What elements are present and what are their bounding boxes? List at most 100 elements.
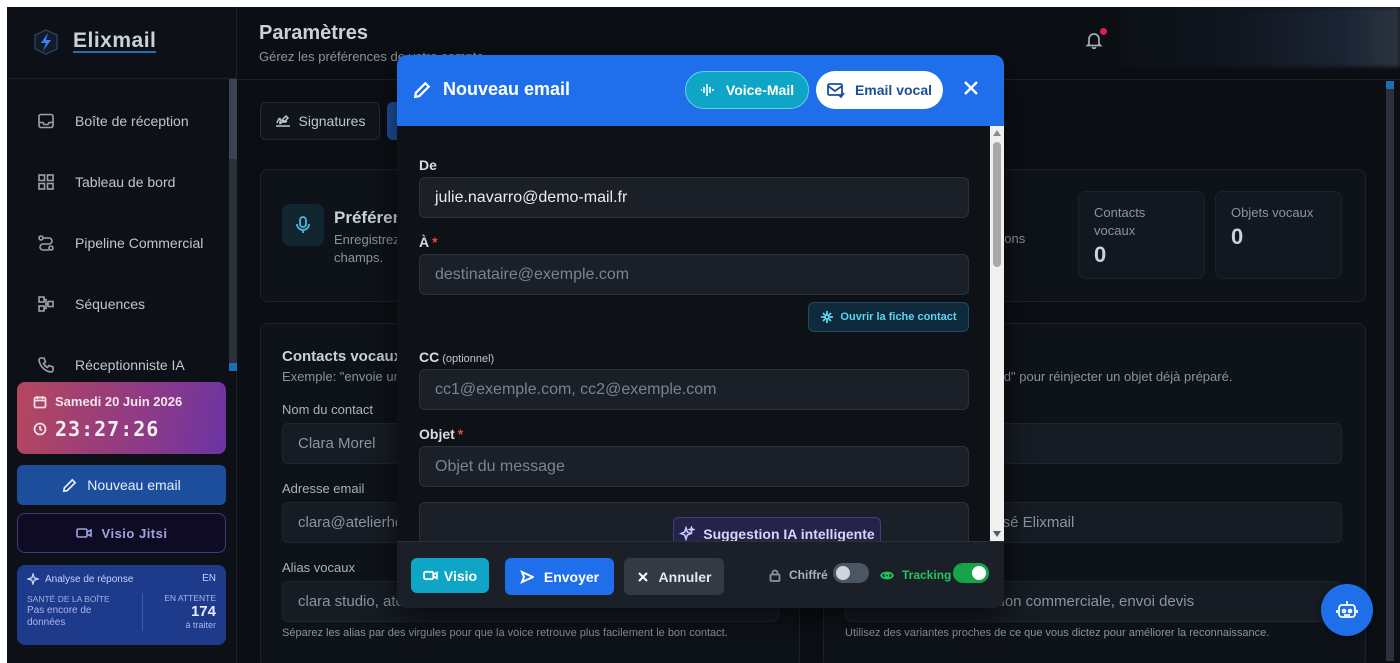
inbox-health: SANTÉ DE LA BOÎTE Pas encore de données [27,593,143,631]
preferences-subtitle: Enregistrez champs. [334,232,400,265]
scroll-up-arrow[interactable] [993,130,1001,136]
voice-alias-label: Alias vocaux [282,560,355,575]
modal-title-text: Nouveau email [443,79,571,99]
mic-badge [282,204,324,246]
scrollbar-edge [229,363,237,371]
encryption-label-text: Chiffré [789,568,828,582]
sidebar-item-dashboard[interactable]: Tableau de bord [37,173,175,191]
modal-body: De julie.navarro@demo-mail.fr À * destina… [397,126,1004,562]
cancel-label: Annuler [658,568,712,585]
contact-network-icon [821,311,834,323]
required-marker: * [457,426,464,442]
datetime-card: Samedi 20 Juin 2026 23:27:26 [17,382,226,454]
sidebar-item-sequences[interactable]: Séquences [37,295,145,313]
toggle-knob [836,566,850,580]
page-title: Paramètres [259,22,368,44]
new-email-label: Nouveau email [87,477,181,493]
cancel-button[interactable]: Annuler [624,558,724,595]
assistant-fab-button[interactable] [1321,584,1373,636]
toggle-knob [972,566,986,580]
visio-label: Visio [443,567,478,584]
lightning-logo-icon [34,29,58,55]
pencil-icon [63,478,77,492]
current-date: Samedi 20 Juin 2026 [55,394,183,409]
from-field[interactable]: julie.navarro@demo-mail.fr [419,177,969,218]
pipeline-icon [38,235,54,251]
sidebar-item-label: Réceptionniste IA [75,357,185,373]
send-label: Envoyer [543,568,600,585]
alias-hint: Séparez les alias par des virgules pour … [282,627,728,639]
open-contact-card-label: Ouvrir la fiche contact [840,311,957,323]
sidebar-scrollbar[interactable] [229,79,237,371]
visio-jitsi-label: Visio Jitsi [101,525,168,541]
signature-icon [275,114,290,127]
pending-count: 174 [190,603,216,620]
contacts-section-subtitle: Exemple: "envoie un [282,369,401,384]
main-scrollbar[interactable] [1386,81,1394,661]
inbox-icon [38,113,54,129]
video-icon [75,528,92,538]
encryption-toggle[interactable] [833,563,869,583]
subject-input-3-text: ition commerciale, envoi devis [994,593,1195,610]
sidebar-item-label: Séquences [75,296,146,312]
from-label: De [419,157,437,173]
visio-jitsi-button[interactable]: Visio Jitsi [17,513,226,553]
contacts-section-title: Contacts vocaux [282,348,403,365]
analysis-title: Analyse de réponse [27,573,133,585]
close-icon [964,81,978,95]
modal-scrollbar[interactable] [990,126,1004,541]
health-value: Pas encore de données [27,605,92,628]
logo[interactable]: Elixmail [31,27,157,57]
voice-mail-button[interactable]: Voice-Mail [685,71,809,109]
scrollbar-edge [1386,81,1394,89]
stat-label: Objets vocaux [1231,205,1314,220]
analysis-lang: EN [202,573,216,584]
dashboard-icon [38,174,54,190]
modal-header: Nouveau email Voice-Mail Email vocal [397,55,1004,126]
cc-field[interactable]: cc1@exemple.com, cc2@exemple.com [419,369,969,410]
to-label-text: À [419,234,430,250]
scroll-down-arrow[interactable] [993,531,1001,537]
sidebar-item-label: Pipeline Commercial [75,235,204,251]
analysis-title-text: Analyse de réponse [45,573,134,585]
divider [7,78,237,79]
close-modal-button[interactable] [961,78,981,98]
analysis-header: Analyse de réponse EN [27,573,216,585]
sidebar-item-receptionist[interactable]: Réceptionniste IA [37,356,185,374]
email-vocal-button[interactable]: Email vocal [816,71,943,109]
app-window: Elixmail Boîte de réception Tableau de b… [7,7,1400,663]
tab-signatures[interactable]: Signatures [260,102,380,140]
sidebar-item-inbox[interactable]: Boîte de réception [37,112,189,130]
sidebar-item-pipeline[interactable]: Pipeline Commercial [37,234,203,252]
send-button[interactable]: Envoyer [505,558,614,595]
sidebar-item-label: Boîte de réception [75,113,189,129]
voice-mail-label: Voice-Mail [725,82,795,98]
open-contact-card-button[interactable]: Ouvrir la fiche contact [808,302,969,332]
stat-label: Contacts vocaux [1094,205,1146,238]
visio-button[interactable]: Visio [411,558,489,593]
contact-name-label: Nom du contact [282,402,374,417]
scrollbar-thumb[interactable] [229,79,237,159]
waveform-icon [700,84,714,96]
current-time: 23:27:26 [55,417,160,441]
scrollbar-thumb[interactable] [993,142,1001,267]
tab-signatures-label: Signatures [298,113,366,129]
pencil-icon [413,81,431,98]
response-analysis-card[interactable]: Analyse de réponse EN SANTÉ DE LA BOÎTE … [17,565,226,645]
video-icon [423,570,438,581]
contact-email-label: Adresse email [282,481,365,496]
tracking-toggle[interactable] [953,563,989,583]
notifications-button[interactable] [1085,28,1107,54]
robot-icon [1336,601,1358,618]
logo-text: Elixmail [73,29,157,53]
calendar-icon [33,395,47,408]
subject-field[interactable]: Objet du message [419,446,969,487]
sidebar: Elixmail Boîte de réception Tableau de b… [7,7,237,663]
new-email-button[interactable]: Nouveau email [17,465,226,505]
user-area-blurred [1120,7,1400,67]
email-vocal-label: Email vocal [854,82,933,98]
to-field[interactable]: destinataire@exemple.com [419,254,969,295]
cc-label-text: CC [419,349,440,365]
pending-stats: EN ATTENTE 174 à traiter [143,593,216,631]
mail-check-icon [827,82,845,98]
